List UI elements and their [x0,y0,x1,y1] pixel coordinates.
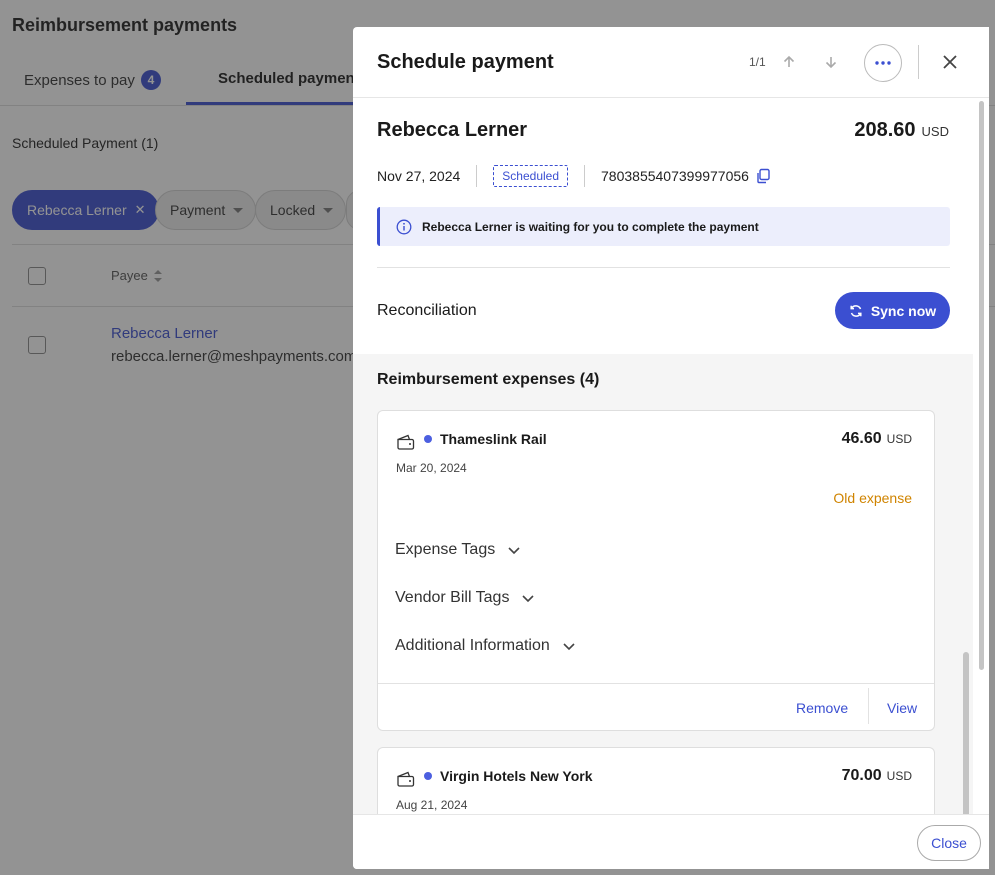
chevron-down-icon [522,594,535,602]
status-dot [424,772,432,780]
divider [377,267,950,268]
reconciliation-label: Reconciliation [377,302,477,319]
divider [868,688,869,724]
chevron-down-icon [508,546,520,554]
more-options-button[interactable] [864,44,902,82]
header-divider [918,45,919,79]
expense-date: Mar 20, 2024 [396,461,467,475]
expense-amount: 46.60 USD [841,430,912,447]
sync-icon [850,304,862,317]
wallet-icon [396,434,416,455]
schedule-payment-drawer: Schedule payment 1/1 Rebecca Lerner 208.… [353,27,989,869]
arrow-up-icon[interactable] [778,51,800,73]
expenses-title: Reimbursement expenses (4) [377,371,600,388]
expense-card: Thameslink Rail 46.60 USD Mar 20, 2024 O… [377,410,935,731]
vendor-name: Thameslink Rail [440,431,547,447]
payment-summary: Rebecca Lerner 208.60 USD Nov 27, 2024 S… [353,98,973,354]
additional-information-toggle[interactable]: Additional Information [395,637,576,655]
ellipsis-icon [875,61,891,65]
drawer-body: Rebecca Lerner 208.60 USD Nov 27, 2024 S… [353,98,989,814]
sync-now-button[interactable]: Sync now [835,292,950,329]
close-icon[interactable] [938,50,962,74]
drawer-scrollbar[interactable] [979,101,984,670]
payment-amount: 208.60 USD [854,119,949,141]
arrow-down-icon[interactable] [820,51,842,73]
drawer-footer: Close [353,814,989,869]
info-message: Rebecca Lerner is waiting for you to com… [422,219,759,234]
expense-amount: 70.00 USD [841,767,912,784]
expense-tags-toggle[interactable]: Expense Tags [395,541,521,559]
status-badge: Scheduled [493,165,569,187]
close-button[interactable]: Close [917,825,981,861]
payee-name: Rebecca Lerner [377,119,528,141]
view-button[interactable]: View [887,700,917,716]
expenses-section: Reimbursement expenses (4) Thameslink Ra… [353,354,973,814]
drawer-header: Schedule payment 1/1 [353,27,989,98]
info-icon [396,219,412,234]
expenses-scrollbar[interactable] [963,652,969,814]
divider [476,165,478,187]
remove-button[interactable]: Remove [796,700,848,716]
copy-icon[interactable] [755,168,771,184]
chevron-down-icon [563,642,575,650]
vendor-name: Virgin Hotels New York [440,768,593,784]
expense-date: Aug 21, 2024 [396,798,468,812]
pager-count: 1/1 [749,55,766,69]
payment-date: Nov 27, 2024 [377,168,461,184]
old-expense-label: Old expense [833,490,912,506]
wallet-icon [396,771,416,792]
info-banner: Rebecca Lerner is waiting for you to com… [377,207,950,246]
vendor-bill-tags-toggle[interactable]: Vendor Bill Tags [395,589,535,607]
payment-meta: Nov 27, 2024 Scheduled 78038554073999770… [377,164,771,188]
drawer-title: Schedule payment [377,51,554,73]
divider [584,165,586,187]
expense-card: Virgin Hotels New York 70.00 USD Aug 21,… [377,747,935,814]
card-footer: Remove View [378,683,934,731]
payment-id: 7803855407399977056 [601,168,749,184]
status-dot [424,435,432,443]
